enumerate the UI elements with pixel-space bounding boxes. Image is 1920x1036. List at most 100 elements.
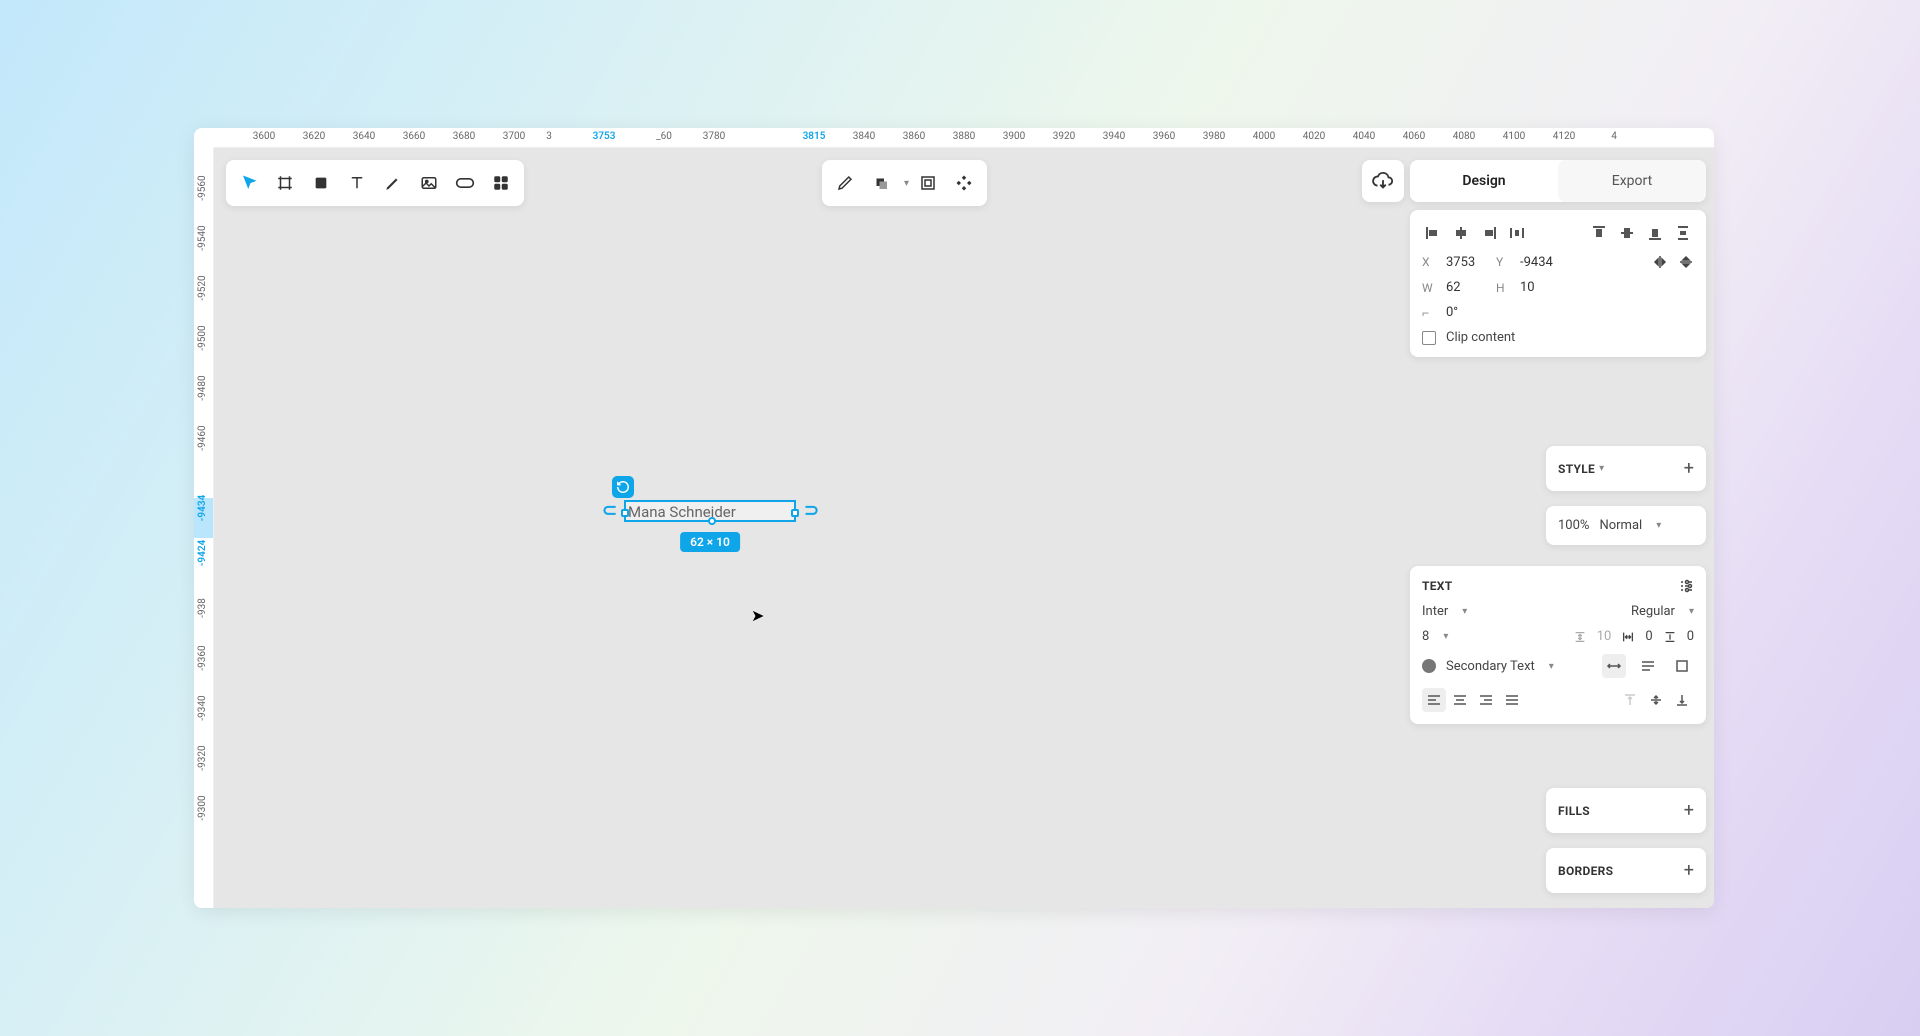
h-value[interactable]: 10 [1520, 280, 1560, 295]
ruler-h-tick: 3620 [303, 131, 325, 142]
add-fill-button[interactable]: + [1684, 800, 1694, 821]
ruler-h-tick: 3840 [853, 131, 875, 142]
tab-design[interactable]: Design [1410, 160, 1558, 202]
ruler-v-tick: -9434 [197, 495, 208, 522]
chevron-down-icon[interactable]: ▾ [1656, 520, 1661, 531]
y-value[interactable]: -9434 [1520, 255, 1560, 270]
opacity-value[interactable]: 100% [1558, 518, 1589, 533]
distribute-v-icon[interactable] [1672, 222, 1694, 244]
text-align-left-icon[interactable] [1422, 688, 1446, 712]
text-valign-top-icon[interactable] [1618, 688, 1642, 712]
frame-tool[interactable] [268, 166, 302, 200]
toolbox-edit: ▾ [822, 160, 987, 206]
ruler-v-tick: -9500 [197, 325, 208, 350]
chevron-down-icon[interactable]: ▾ [904, 178, 909, 189]
edit-tool[interactable] [828, 166, 862, 200]
chevron-down-icon[interactable]: ▾ [1443, 631, 1448, 642]
selection-handle-left[interactable] [621, 509, 629, 517]
text-auto-width-icon[interactable] [1602, 654, 1626, 678]
rotation-value[interactable]: 0° [1446, 305, 1486, 320]
component-tool[interactable] [484, 166, 518, 200]
ruler-h-tick: 3680 [453, 131, 475, 142]
panel-opacity: 100% Normal ▾ [1546, 506, 1706, 545]
clip-content-checkbox[interactable] [1422, 331, 1436, 345]
align-right-icon[interactable] [1478, 222, 1500, 244]
line-height-value[interactable]: 10 [1597, 629, 1612, 644]
constraint-left-icon[interactable]: ⊂ [602, 500, 617, 521]
ruler-v-tick: -9340 [197, 695, 208, 720]
text-align-justify-icon[interactable] [1500, 688, 1524, 712]
align-v-center-icon[interactable] [1616, 222, 1638, 244]
ruler-h-tick: 3980 [1203, 131, 1225, 142]
ruler-h-tick: 4080 [1453, 131, 1475, 142]
align-top-icon[interactable] [1588, 222, 1610, 244]
text-fixed-icon[interactable] [1670, 654, 1694, 678]
panel-text: TEXT Inter ▾ Regular ▾ 8 ▾ 10 0 0 Second… [1410, 566, 1706, 724]
cloud-sync-button[interactable] [1362, 160, 1404, 202]
ruler-v-tick: -9520 [197, 275, 208, 300]
w-label: W [1422, 281, 1436, 295]
text-align-right-icon[interactable] [1474, 688, 1498, 712]
rectangle-tool[interactable] [304, 166, 338, 200]
text-valign-bottom-icon[interactable] [1670, 688, 1694, 712]
w-value[interactable]: 62 [1446, 280, 1486, 295]
selected-text-element[interactable]: Mana Schneider [624, 500, 796, 522]
button-tool[interactable] [448, 166, 482, 200]
fills-title: FILLS [1558, 804, 1590, 818]
clip-content-label: Clip content [1446, 330, 1515, 345]
ruler-horizontal: 36003620364036603680370033753_6037803815… [214, 128, 1714, 148]
chevron-down-icon[interactable]: ▾ [1599, 463, 1604, 474]
image-tool[interactable] [412, 166, 446, 200]
font-size[interactable]: 8 [1422, 629, 1429, 644]
blend-mode[interactable]: Normal [1599, 518, 1642, 533]
layers-tool[interactable] [864, 166, 898, 200]
selected-text-content: Mana Schneider [626, 503, 738, 521]
ruler-v-tick: -9540 [197, 225, 208, 250]
align-bottom-icon[interactable] [1644, 222, 1666, 244]
font-family[interactable]: Inter [1422, 604, 1448, 619]
distribute-tool[interactable] [947, 166, 981, 200]
tab-export[interactable]: Export [1558, 160, 1706, 202]
x-label: X [1422, 255, 1436, 269]
align-left-icon[interactable] [1422, 222, 1444, 244]
ruler-vertical: -9560-9540-9520-9500-9480-9460-9434-9424… [194, 148, 214, 908]
selection-handle-bottom[interactable] [708, 517, 716, 525]
text-color-name[interactable]: Secondary Text [1446, 659, 1535, 674]
add-style-button[interactable]: + [1684, 458, 1694, 479]
x-value[interactable]: 3753 [1446, 255, 1486, 270]
add-border-button[interactable]: + [1684, 860, 1694, 881]
chevron-down-icon[interactable]: ▾ [1549, 661, 1554, 672]
text-tool[interactable] [340, 166, 374, 200]
flip-v-icon[interactable] [1678, 254, 1694, 270]
text-color-swatch[interactable] [1422, 659, 1436, 673]
text-auto-height-icon[interactable] [1636, 654, 1660, 678]
ruler-v-tick: -9560 [197, 175, 208, 200]
paragraph-spacing-value[interactable]: 0 [1687, 629, 1694, 644]
chevron-down-icon[interactable]: ▾ [1462, 606, 1467, 617]
text-valign-middle-icon[interactable] [1644, 688, 1668, 712]
line-height-icon [1573, 630, 1587, 644]
text-align-center-icon[interactable] [1448, 688, 1472, 712]
chevron-down-icon[interactable]: ▾ [1689, 606, 1694, 617]
ruler-h-tick: 3900 [1003, 131, 1025, 142]
letter-spacing-value[interactable]: 0 [1645, 629, 1652, 644]
ruler-h-tick: 4000 [1253, 131, 1275, 142]
ruler-h-tick: 3753 [593, 131, 616, 142]
ruler-v-tick: -9300 [197, 795, 208, 820]
distribute-h-icon[interactable] [1506, 222, 1528, 244]
ruler-v-tick: -9480 [197, 375, 208, 400]
rotate-handle-icon[interactable] [612, 476, 634, 498]
select-tool[interactable] [232, 166, 266, 200]
constraint-right-icon[interactable]: ⊂ [804, 500, 819, 521]
panel-fills: FILLS + [1546, 788, 1706, 833]
flip-h-icon[interactable] [1652, 254, 1668, 270]
selection-handle-right[interactable] [791, 509, 799, 517]
pen-tool[interactable] [376, 166, 410, 200]
panel-style: STYLE ▾ + [1546, 446, 1706, 491]
ruler-h-tick: 3920 [1053, 131, 1075, 142]
text-title: TEXT [1422, 579, 1452, 593]
align-h-center-icon[interactable] [1450, 222, 1472, 244]
group-tool[interactable] [911, 166, 945, 200]
font-weight[interactable]: Regular [1631, 604, 1675, 619]
text-settings-icon[interactable] [1678, 578, 1694, 594]
